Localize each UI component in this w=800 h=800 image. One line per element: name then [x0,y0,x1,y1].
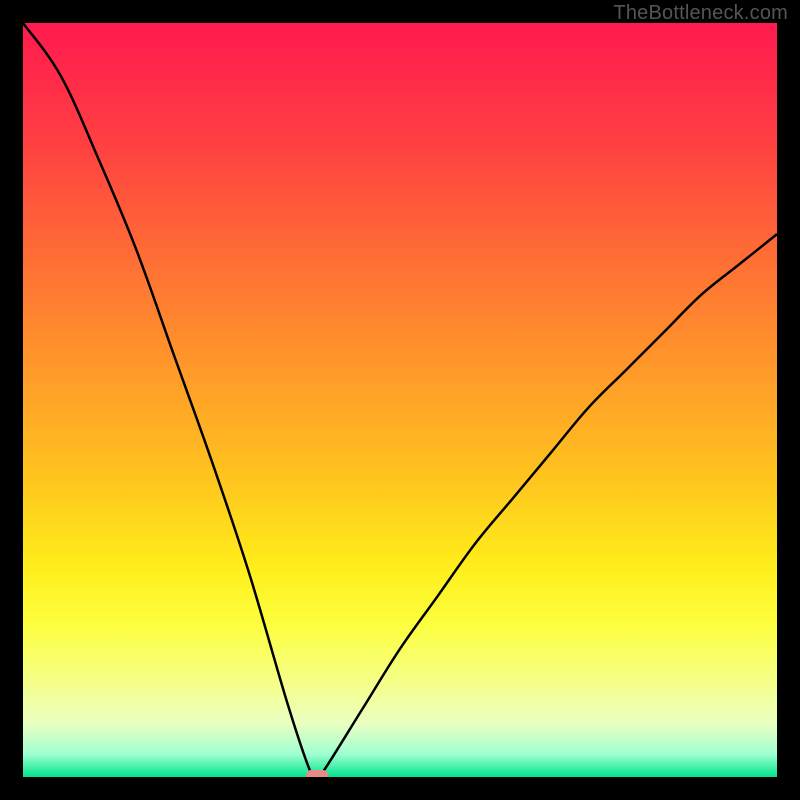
bottleneck-chart [23,23,777,777]
watermark-text: TheBottleneck.com [613,2,788,25]
chart-container: TheBottleneck.com [0,0,800,800]
gradient-background [23,23,777,777]
optimal-marker [306,770,328,777]
